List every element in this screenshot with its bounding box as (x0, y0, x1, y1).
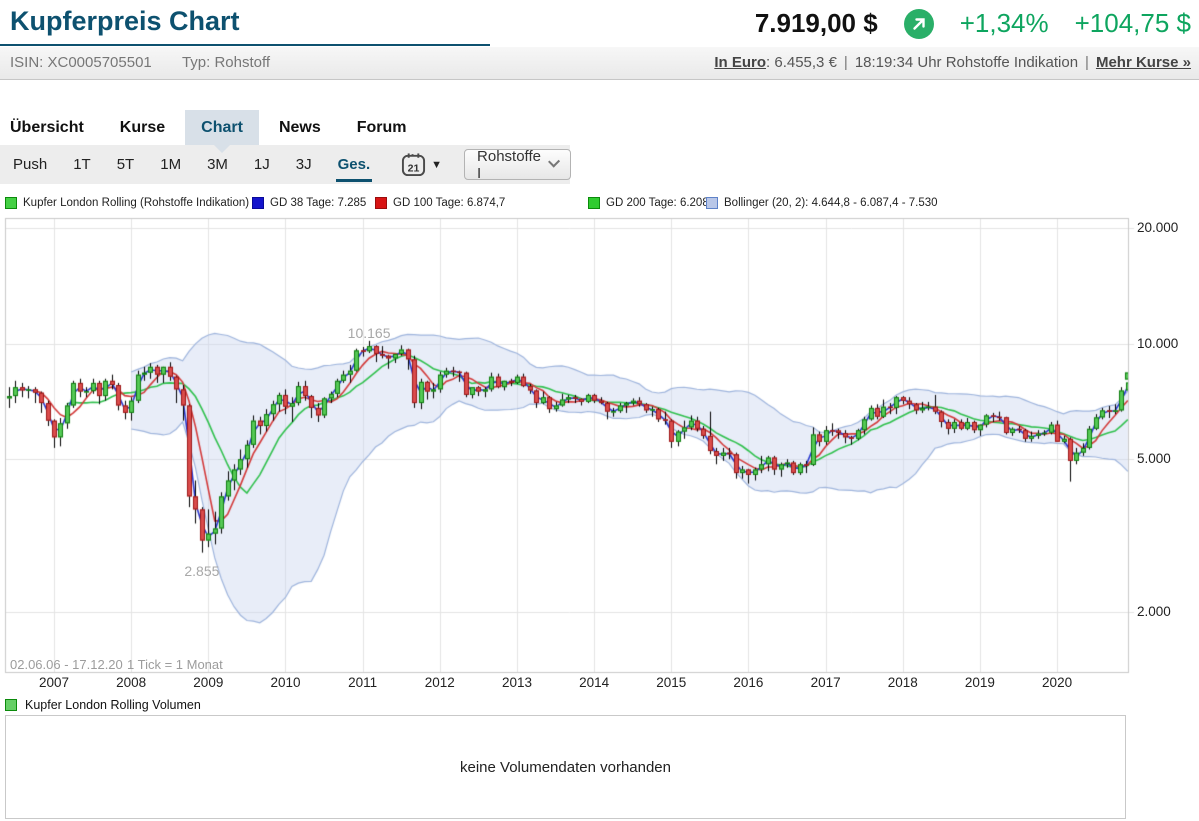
x-axis-label: 2017 (804, 675, 848, 690)
x-axis-label: 2007 (32, 675, 76, 690)
legend-kupfer: Kupfer London Rolling (Rohstoffe Indikat… (5, 197, 249, 209)
volume-legend-label: Kupfer London Rolling Volumen (25, 698, 201, 712)
date-range-label: 02.06.06 - 17.12.20 (10, 657, 123, 672)
tab-chart[interactable]: Chart (185, 110, 259, 145)
range-1m[interactable]: 1M (147, 145, 194, 184)
in-euro-link[interactable]: In Euro (714, 54, 766, 71)
instrument-ids: ISIN: XC0005705501 Typ: Rohstoff (10, 47, 270, 79)
tick-note-label: 1 Tick = 1 Monat (127, 657, 223, 672)
trend-up-icon (904, 9, 934, 39)
instrument-info-bar: ISIN: XC0005705501 Typ: Rohstoff In Euro… (0, 47, 1199, 80)
range-gesamt[interactable]: Ges. (325, 145, 384, 184)
legend-bollinger-label: Bollinger (20, 2): 4.644,8 - 6.087,4 - 7… (724, 197, 938, 209)
chart-toolbar: Push 1T 5T 1M 3M 1J 3J Ges. 21 ▼ Rohstof… (0, 145, 570, 184)
date-picker-button[interactable]: 21 ▼ (401, 152, 442, 177)
price-block: 7.919,00 $ +1,34% +104,75 $ (755, 8, 1191, 39)
range-1j[interactable]: 1J (241, 145, 283, 184)
volume-empty-message: keine Volumendaten vorhanden (460, 759, 671, 776)
euro-value: : 6.455,3 € (766, 54, 837, 71)
separator: | (844, 54, 848, 71)
change-percent: +1,34% (960, 8, 1049, 39)
bollinger-swatch-icon (706, 197, 718, 209)
legend-gd200: GD 200 Tage: 6.208,6 (588, 197, 718, 209)
tab-kurse[interactable]: Kurse (120, 110, 165, 145)
active-tab-notch (214, 145, 230, 153)
x-axis-label: 2018 (881, 675, 925, 690)
current-price: 7.919,00 $ (755, 8, 878, 39)
high-annotation: 10.165 (339, 326, 399, 340)
legend-gd100-label: GD 100 Tage: 6.874,7 (393, 197, 505, 209)
range-1t[interactable]: 1T (60, 145, 104, 184)
quote-info: In Euro: 6.455,3 € | 18:19:34 Uhr Rohstoff… (714, 47, 1191, 79)
separator: | (1085, 54, 1089, 71)
legend-gd100: GD 100 Tage: 6.874,7 (375, 197, 505, 209)
legend-gd200-label: GD 200 Tage: 6.208,6 (606, 197, 718, 209)
range-3j[interactable]: 3J (283, 145, 325, 184)
x-axis-label: 2019 (958, 675, 1002, 690)
x-axis-label: 2008 (109, 675, 153, 690)
x-axis-label: 2013 (495, 675, 539, 690)
x-axis-label: 2014 (572, 675, 616, 690)
gd38-swatch-icon (252, 197, 264, 209)
y-axis-label: 10.000 (1137, 336, 1178, 351)
tab-forum[interactable]: Forum (357, 110, 407, 145)
volume-panel: keine Volumendaten vorhanden (5, 715, 1126, 819)
quote-timestamp: 18:19:34 Uhr Rohstoffe Indikation (855, 54, 1078, 71)
legend-kupfer-label: Kupfer London Rolling (Rohstoffe Indikat… (23, 197, 249, 209)
title-underline (0, 44, 490, 46)
y-axis-label: 2.000 (1137, 604, 1171, 619)
instrument-dropdown[interactable]: Rohstoffe I (464, 149, 571, 180)
x-axis-label: 2020 (1035, 675, 1079, 690)
x-axis-label: 2010 (263, 675, 307, 690)
low-annotation: 2.855 (172, 564, 232, 578)
x-axis-label: 2009 (186, 675, 230, 690)
kupfer-swatch-icon (5, 197, 17, 209)
change-absolute: +104,75 $ (1075, 8, 1191, 39)
isin-label: ISIN: XC0005705501 (10, 54, 152, 71)
legend-gd38-label: GD 38 Tage: 7.285 (270, 197, 366, 209)
section-tabs: Übersicht Kurse Chart News Forum (10, 110, 443, 145)
x-axis-label: 2015 (649, 675, 693, 690)
page-title: Kupferpreis Chart (10, 6, 240, 37)
range-push[interactable]: Push (0, 145, 60, 184)
type-label: Typ: Rohstoff (182, 54, 270, 71)
volume-swatch-icon (5, 699, 17, 711)
x-axis-label: 2011 (341, 675, 385, 690)
page: Kupferpreis Chart 7.919,00 $ +1,34% +104… (0, 0, 1199, 821)
tab-chart-label: Chart (201, 119, 243, 136)
calendar-day-label: 21 (408, 163, 420, 175)
x-axis-label: 2012 (418, 675, 462, 690)
legend-bollinger: Bollinger (20, 2): 4.644,8 - 6.087,4 - 7… (706, 197, 938, 209)
range-5t[interactable]: 5T (104, 145, 148, 184)
chart-legend: Kupfer London Rolling (Rohstoffe Indikat… (0, 195, 1199, 215)
instrument-dropdown-label: Rohstoffe I (477, 148, 542, 182)
y-axis-label: 20.000 (1137, 220, 1178, 235)
calendar-icon: 21 (401, 152, 426, 177)
price-chart-canvas (0, 215, 1199, 675)
gd100-swatch-icon (375, 197, 387, 209)
tab-news[interactable]: News (279, 110, 321, 145)
tab-uebersicht[interactable]: Übersicht (10, 110, 84, 145)
caret-down-icon: ▼ (431, 159, 442, 171)
more-quotes-link[interactable]: Mehr Kurse » (1096, 54, 1191, 71)
volume-legend: Kupfer London Rolling Volumen (5, 698, 201, 712)
gd200-swatch-icon (588, 197, 600, 209)
y-axis-label: 5.000 (1137, 451, 1171, 466)
legend-gd38: GD 38 Tage: 7.285 (252, 197, 366, 209)
chevron-down-icon (548, 156, 560, 168)
x-axis-label: 2016 (726, 675, 770, 690)
